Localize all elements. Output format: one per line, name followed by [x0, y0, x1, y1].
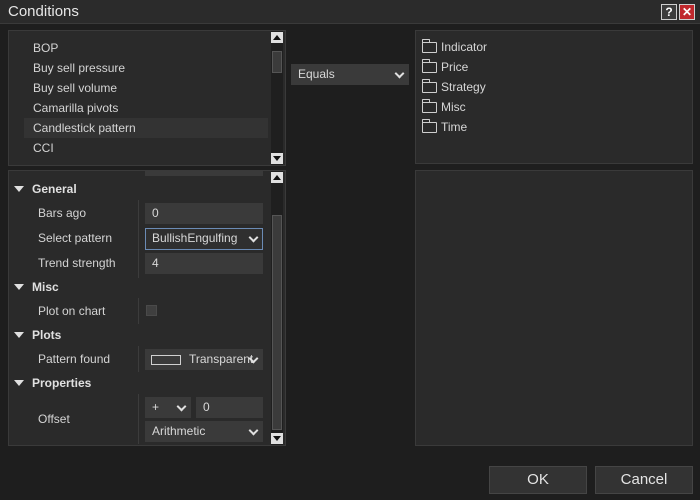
column-divider	[138, 298, 139, 324]
folder-icon	[422, 59, 437, 73]
color-swatch	[151, 355, 181, 365]
tree-item-label: Time	[441, 120, 468, 134]
offset-mode-select[interactable]: Arithmetic	[145, 421, 263, 442]
tree-item-strategy[interactable]: Strategy	[422, 77, 486, 97]
folder-icon	[422, 79, 437, 93]
tree-item-label: Strategy	[441, 80, 486, 94]
trend-strength-label: Trend strength	[38, 256, 116, 270]
list-item-camarilla-pivots[interactable]: Camarilla pivots	[24, 98, 268, 118]
operator-select[interactable]: Equals	[291, 64, 409, 85]
tree-item-indicator[interactable]: Indicator	[422, 37, 487, 57]
offset-mode-value: Arithmetic	[152, 424, 206, 438]
list-item-candlestick-pattern[interactable]: Candlestick pattern	[24, 118, 268, 138]
tree-item-price[interactable]: Price	[422, 57, 468, 77]
select-pattern-value: BullishEngulfing	[152, 231, 238, 245]
cancel-button[interactable]: Cancel	[595, 466, 693, 494]
properties-top-edge	[145, 171, 263, 176]
category-plots[interactable]: Plots	[12, 324, 61, 346]
trend-strength-input[interactable]: 4	[145, 253, 263, 274]
plot-on-chart-label: Plot on chart	[38, 304, 106, 318]
tree-item-label: Price	[441, 60, 469, 74]
column-divider	[138, 394, 139, 444]
plot-on-chart-checkbox[interactable]	[146, 305, 157, 316]
bars-ago-label: Bars ago	[38, 206, 87, 220]
condition-detail-panel	[415, 170, 693, 446]
offset-label: Offset	[38, 412, 70, 426]
folder-icon	[422, 39, 437, 53]
help-button[interactable]: ?	[661, 4, 677, 20]
category-title: Properties	[32, 376, 92, 390]
category-title: General	[32, 182, 77, 196]
offset-sign-select[interactable]: +	[145, 397, 191, 418]
tree-item-time[interactable]: Time	[422, 117, 467, 137]
ok-button[interactable]: OK	[489, 466, 587, 494]
collapse-triangle-icon	[14, 380, 24, 386]
category-misc[interactable]: Misc	[12, 276, 59, 298]
category-title: Misc	[32, 280, 59, 294]
list-item-buy-sell-pressure[interactable]: Buy sell pressure	[24, 58, 268, 78]
pattern-found-label: Pattern found	[38, 352, 111, 366]
offset-value-input[interactable]: 0	[196, 397, 263, 418]
scroll-thumb[interactable]	[272, 51, 282, 73]
category-title: Plots	[32, 328, 62, 342]
chevron-down-icon	[248, 232, 259, 243]
list-item-bop[interactable]: BOP	[24, 38, 268, 58]
folder-icon	[422, 99, 437, 113]
list-item-cci[interactable]: CCI	[24, 138, 268, 158]
select-pattern-label: Select pattern	[38, 231, 113, 245]
chevron-down-icon	[394, 68, 405, 79]
indicator-list-scrollbar[interactable]	[271, 31, 283, 165]
column-divider	[138, 346, 139, 372]
scroll-thumb[interactable]	[272, 215, 282, 430]
bars-ago-input[interactable]: 0	[145, 203, 263, 224]
tree-item-label: Misc	[441, 100, 466, 114]
chevron-down-icon	[176, 401, 187, 412]
column-divider	[138, 200, 139, 278]
collapse-triangle-icon	[14, 332, 24, 338]
tree-item-label: Indicator	[441, 40, 488, 54]
category-general[interactable]: General	[12, 178, 77, 200]
pattern-found-value: Transparent	[189, 352, 254, 366]
pattern-found-color-select[interactable]: Transparent	[145, 349, 263, 370]
scroll-up-arrow-icon[interactable]	[271, 32, 283, 43]
collapse-triangle-icon	[14, 284, 24, 290]
title-bar: Conditions ? ✕	[0, 0, 700, 24]
scroll-down-arrow-icon[interactable]	[271, 153, 283, 164]
scroll-down-arrow-icon[interactable]	[271, 433, 283, 444]
folder-icon	[422, 119, 437, 133]
close-button[interactable]: ✕	[679, 4, 695, 20]
collapse-triangle-icon	[14, 186, 24, 192]
select-pattern-dropdown[interactable]: BullishEngulfing	[145, 228, 263, 250]
tree-item-misc[interactable]: Misc	[422, 97, 466, 117]
list-item-buy-sell-volume[interactable]: Buy sell volume	[24, 78, 268, 98]
operator-value: Equals	[298, 67, 335, 81]
offset-sign-value: +	[152, 400, 160, 414]
scroll-up-arrow-icon[interactable]	[271, 172, 283, 183]
chevron-down-icon	[248, 425, 259, 436]
category-properties[interactable]: Properties	[12, 372, 91, 394]
window-title: Conditions	[8, 3, 79, 20]
properties-scrollbar[interactable]	[271, 171, 283, 445]
